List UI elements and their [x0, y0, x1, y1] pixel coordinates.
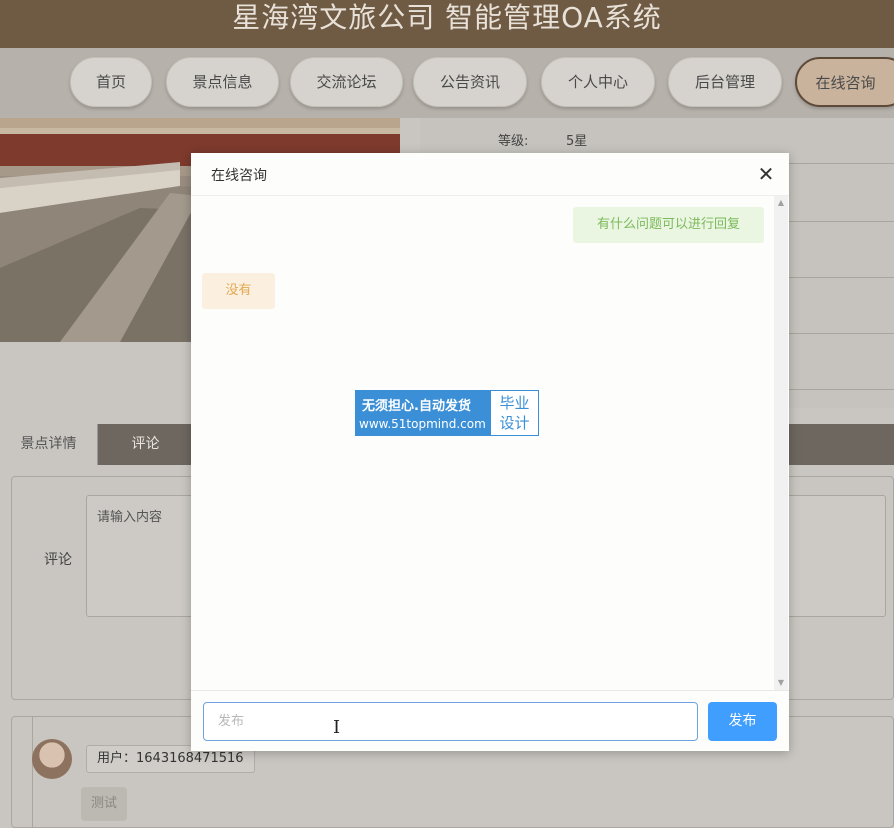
site-title: 星海湾文旅公司 智能管理OA系统	[232, 1, 662, 34]
tab-comments[interactable]: 评论	[98, 424, 193, 465]
scroll-up-icon[interactable]: ▲	[774, 196, 788, 210]
message-bubble-left: 没有	[202, 273, 275, 309]
nav-online-consult[interactable]: 在线咨询	[795, 57, 894, 107]
nav-home[interactable]: 首页	[70, 57, 152, 107]
scroll-down-icon[interactable]: ▼	[774, 676, 788, 690]
nav-forum[interactable]: 交流论坛	[290, 57, 403, 107]
level-value: 5星	[566, 134, 588, 149]
comment-label: 评论	[44, 552, 72, 568]
close-icon[interactable]: ✕	[755, 163, 777, 185]
watermark-right: 毕业 设计	[499, 394, 530, 432]
chat-scrollbar[interactable]: ▲ ▼	[774, 196, 788, 690]
watermark-line2: www.51topmind.com	[359, 417, 486, 431]
online-consult-modal: 在线咨询 ✕ 有什么问题可以进行回复 没有 ▲ ▼ 发布	[191, 153, 789, 751]
modal-title: 在线咨询	[211, 168, 267, 184]
text-cursor-icon: I	[333, 717, 341, 738]
list-divider	[32, 717, 33, 828]
send-button[interactable]: 发布	[708, 702, 777, 741]
modal-header: 在线咨询 ✕	[191, 153, 789, 196]
level-label: 等级:	[498, 134, 529, 149]
watermark-line1: 无须担心.自动发货	[362, 399, 471, 414]
divider	[191, 690, 789, 691]
chat-messages: 有什么问题可以进行回复 没有	[191, 196, 773, 690]
reply-input[interactable]	[203, 702, 698, 741]
avatar	[32, 739, 72, 779]
nav-scenic-info[interactable]: 景点信息	[166, 57, 279, 107]
message-bubble-right: 有什么问题可以进行回复	[573, 207, 764, 243]
test-button[interactable]: 测试	[81, 787, 127, 821]
nav-admin[interactable]: 后台管理	[668, 57, 782, 107]
main-nav: 首页 景点信息 交流论坛 公告资讯 个人中心 后台管理 在线咨询	[0, 48, 894, 118]
nav-announcements[interactable]: 公告资讯	[413, 57, 527, 107]
nav-personal-center[interactable]: 个人中心	[541, 57, 655, 107]
tab-scenic-details[interactable]: 景点详情	[0, 424, 98, 465]
site-header: 星海湾文旅公司 智能管理OA系统	[0, 0, 894, 48]
watermark: 无须担心.自动发货 www.51topmind.com 毕业 设计	[355, 390, 539, 436]
watermark-left: 无须担心.自动发货 www.51topmind.com	[356, 391, 491, 435]
